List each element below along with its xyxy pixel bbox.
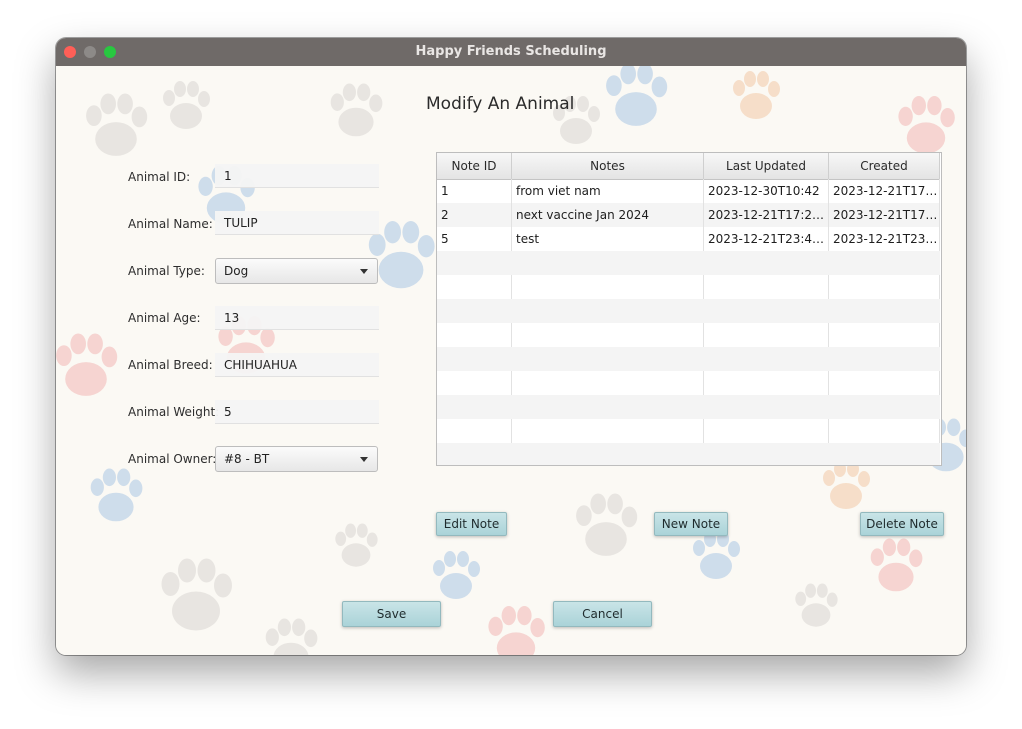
table-row[interactable]: 2 next vaccine Jan 2024 2023-12-21T17:27… [437,203,940,227]
animal-weight-field[interactable]: 5 [215,400,379,424]
cancel-button[interactable]: Cancel [553,601,652,627]
empty-table-row [437,275,940,299]
new-note-button[interactable]: New Note [654,512,728,536]
animal-owner-select[interactable]: #8 - BT [215,446,378,472]
main-content: Modify An Animal Animal ID: 1 Animal Nam… [56,66,966,655]
table-row[interactable]: 5 test 2023-12-21T23:4… 2023-12-21T23… [437,227,940,251]
dropdown-arrow-icon [360,457,368,462]
empty-table-row [437,395,940,419]
table-cell: 2023-12-21T17:… [829,203,940,227]
window-title: Happy Friends Scheduling [415,44,607,59]
animal-breed-label: Animal Breed: [128,358,213,372]
notes-table[interactable]: Note ID Notes Last Updated Created 1 fro… [436,152,942,466]
animal-type-value: Dog [224,264,249,278]
animal-breed-field[interactable]: CHIHUAHUA [215,353,379,377]
table-row[interactable]: 1 from viet nam 2023-12-30T10:42 2023-12… [437,179,940,203]
table-cell: 2 [437,203,512,227]
column-header-last-updated[interactable]: Last Updated [704,153,829,179]
edit-note-button[interactable]: Edit Note [436,512,507,536]
animal-weight-label: Animal Weight: [128,405,220,419]
table-cell: 2023-12-21T23:4… [704,227,829,251]
table-cell: 1 [437,179,512,203]
empty-table-row [437,371,940,395]
empty-table-row [437,419,940,443]
delete-note-button[interactable]: Delete Note [860,512,944,536]
animal-type-label: Animal Type: [128,264,205,278]
table-cell: 2023-12-21T23… [829,227,940,251]
table-cell: from viet nam [512,179,704,203]
empty-table-row [437,347,940,371]
app-window: Happy Friends Scheduling Modify An Anima… [56,38,966,655]
animal-owner-value: #8 - BT [224,452,270,466]
animal-id-field[interactable]: 1 [215,164,379,188]
column-header-notes[interactable]: Notes [512,153,704,179]
animal-name-field[interactable]: TULIP [215,211,379,235]
table-cell: test [512,227,704,251]
empty-table-row [437,251,940,275]
empty-table-row [437,299,940,323]
empty-table-row [437,323,940,347]
animal-owner-label: Animal Owner: [128,452,217,466]
animal-age-label: Animal Age: [128,311,201,325]
animal-id-label: Animal ID: [128,170,191,184]
animal-name-label: Animal Name: [128,217,213,231]
table-cell: 2023-12-21T17:27:… [704,203,829,227]
animal-age-field[interactable]: 13 [215,306,379,330]
table-cell: 5 [437,227,512,251]
page-title: Modify An Animal [426,94,575,114]
animal-type-select[interactable]: Dog [215,258,378,284]
save-button[interactable]: Save [342,601,441,627]
empty-table-row [437,443,940,465]
column-header-created[interactable]: Created [829,153,940,179]
column-header-note-id[interactable]: Note ID [437,153,512,179]
table-header: Note ID Notes Last Updated Created [437,153,940,180]
dropdown-arrow-icon [360,269,368,274]
table-cell: 2023-12-30T10:42 [704,179,829,203]
table-cell: next vaccine Jan 2024 [512,203,704,227]
table-cell: 2023-12-21T17:… [829,179,940,203]
title-bar: Happy Friends Scheduling [56,38,966,66]
